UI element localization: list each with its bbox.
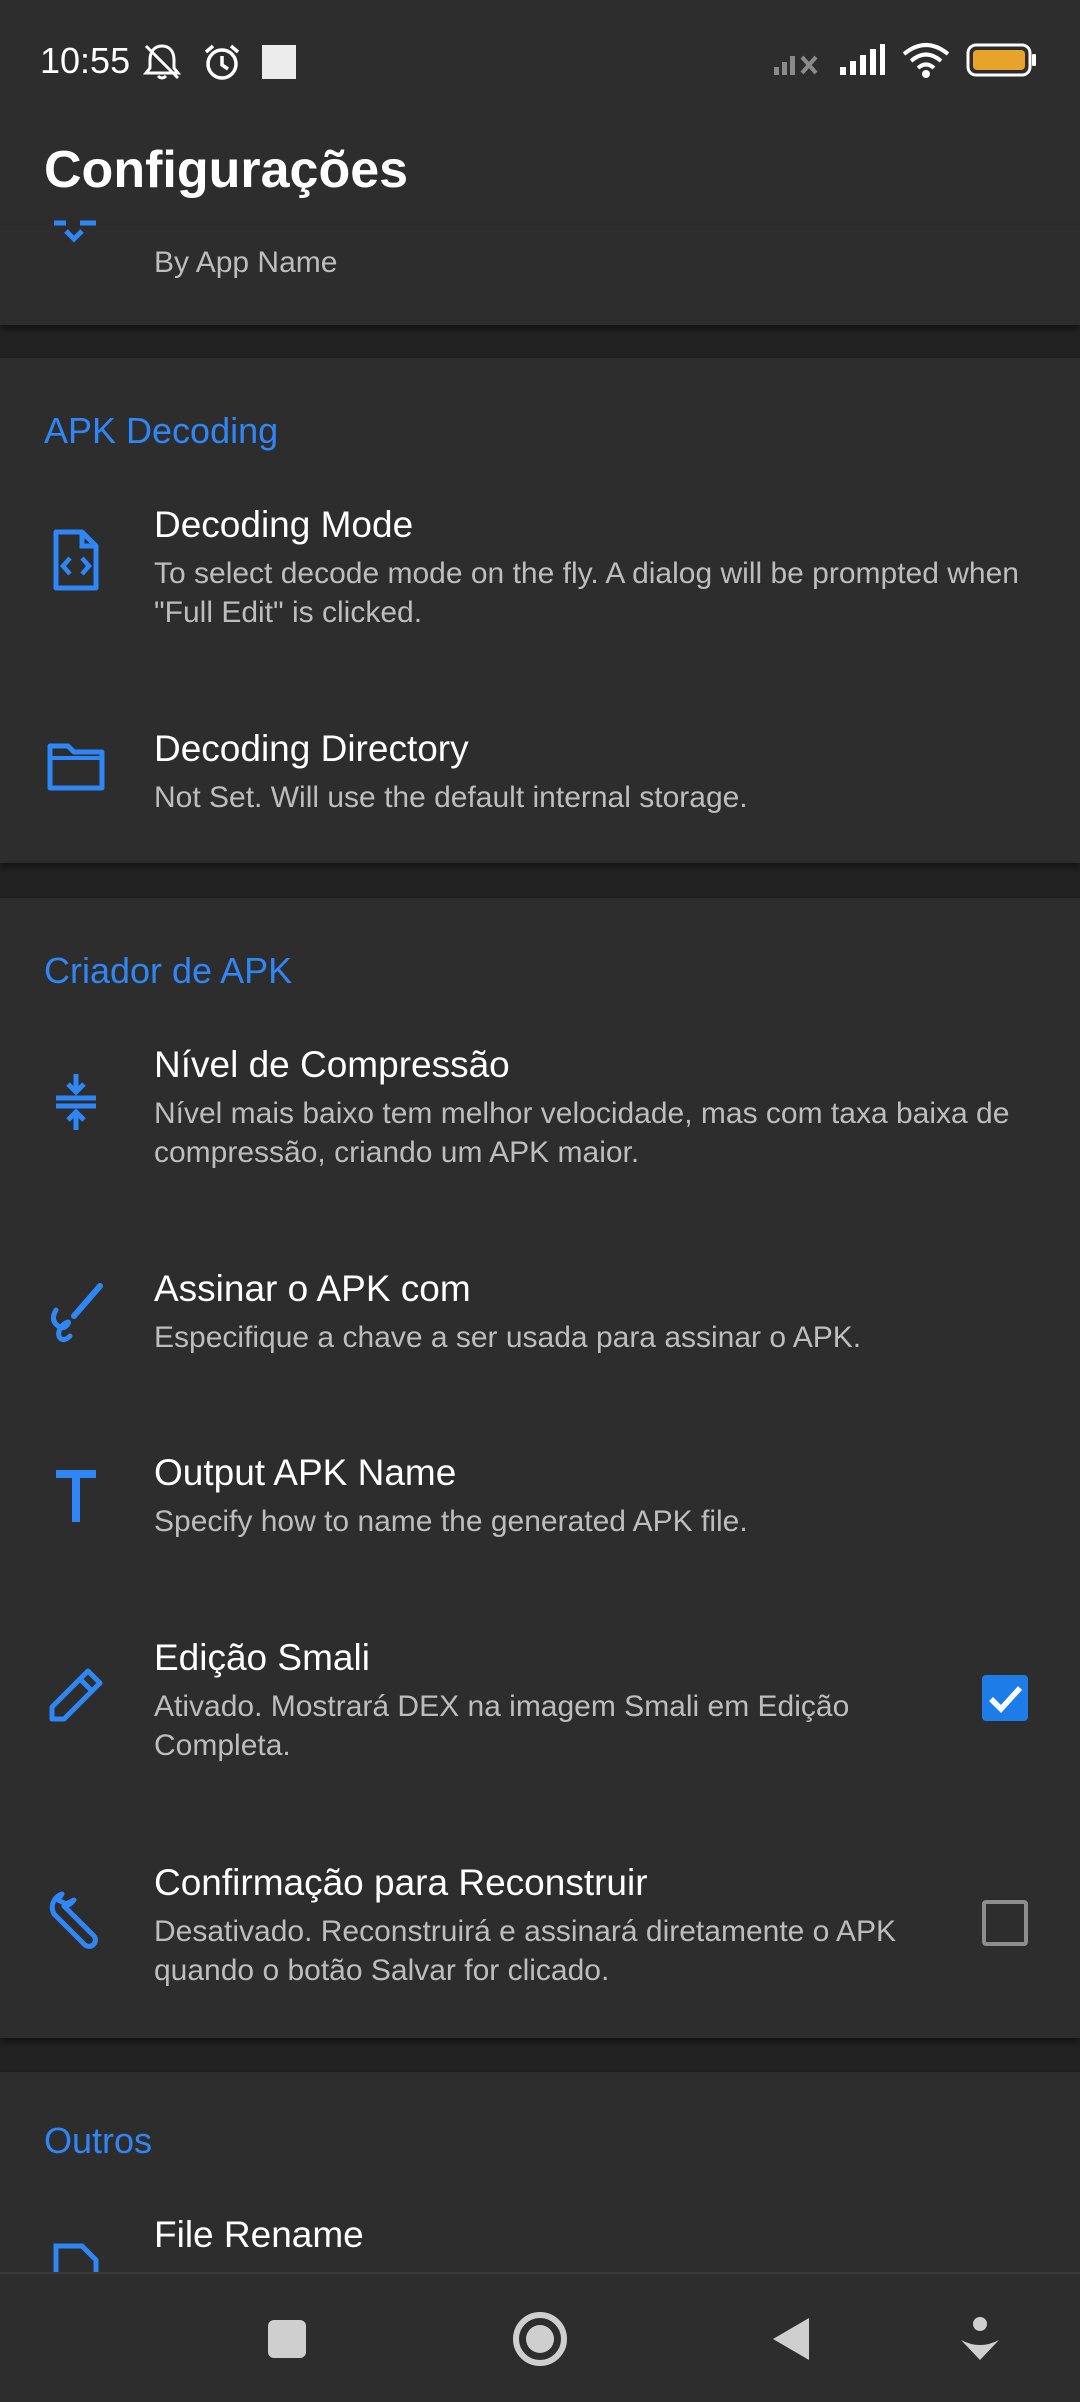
sort-setting-subtitle: By App Name xyxy=(154,246,338,279)
section-title-others: Outros xyxy=(44,2120,153,2161)
file-icon xyxy=(53,2243,99,2272)
home-button[interactable] xyxy=(505,2304,575,2374)
back-button[interactable] xyxy=(755,2304,825,2374)
settings-card-top: By App Name xyxy=(0,220,1080,325)
output-apk-name-subtitle: Specify how to name the generated APK fi… xyxy=(154,1505,748,1538)
sign-apk-title: Assinar o APK com xyxy=(154,1268,471,1309)
decoding-directory-subtitle: Not Set. Will use the default internal s… xyxy=(154,781,748,814)
smali-edit-subtitle: Ativado. Mostrará DEX na imagem Smali em… xyxy=(154,1690,850,1762)
wifi-icon xyxy=(902,43,950,78)
assist-icon xyxy=(961,2317,999,2360)
compress-icon xyxy=(56,1074,96,1130)
sign-apk-item[interactable]: Assinar o APK com Especifique a chave a … xyxy=(0,1264,1080,1384)
home-icon xyxy=(513,2312,567,2366)
section-title-apk-builder: Criador de APK xyxy=(44,950,293,991)
smali-edit-title: Edição Smali xyxy=(154,1637,370,1678)
file-rename-item[interactable]: File Rename xyxy=(0,2210,1080,2272)
app-bar: Configurações xyxy=(0,130,1080,225)
wrench-icon xyxy=(49,1891,98,1949)
navigation-bar xyxy=(0,2272,1080,2402)
rebuild-confirmation-subtitle: Desativado. Reconstruirá e assinará dire… xyxy=(154,1915,897,1987)
output-apk-name-item[interactable]: Output APK Name Specify how to name the … xyxy=(0,1448,1080,1568)
decoding-mode-subtitle: To select decode mode on the fly. A dial… xyxy=(154,557,1019,629)
check-icon xyxy=(989,1686,1023,1713)
pencil-icon xyxy=(49,1668,103,1722)
mute-icon xyxy=(142,44,182,80)
output-apk-name-title: Output APK Name xyxy=(154,1452,457,1493)
section-title-apk-decoding: APK Decoding xyxy=(44,410,279,451)
compression-level-title: Nível de Compressão xyxy=(154,1044,510,1085)
file-rename-title: File Rename xyxy=(154,2214,364,2255)
decoding-mode-item[interactable]: Decoding Mode To select decode mode on t… xyxy=(0,498,1080,658)
signature-icon xyxy=(50,1283,103,1343)
compression-level-item[interactable]: Nível de Compressão Nível mais baixo tem… xyxy=(0,1040,1080,1200)
smali-edit-checkbox[interactable] xyxy=(982,1675,1028,1721)
square-icon xyxy=(262,45,296,79)
code-file-icon xyxy=(53,529,99,591)
text-icon xyxy=(56,1470,96,1522)
compression-level-subtitle: Nível mais baixo tem melhor velocidade, … xyxy=(154,1097,1010,1169)
decoding-mode-title: Decoding Mode xyxy=(154,504,414,545)
sort-setting-item[interactable]: By App Name xyxy=(0,220,1080,325)
rebuild-confirmation-title: Confirmação para Reconstruir xyxy=(154,1862,648,1903)
assist-button[interactable] xyxy=(945,2304,1015,2374)
rebuild-confirmation-checkbox[interactable] xyxy=(982,1900,1028,1946)
rebuild-confirmation-item[interactable]: Confirmação para Reconstruir Desativado.… xyxy=(0,1858,1080,2018)
signal-off-icon xyxy=(774,55,818,75)
signal-icon xyxy=(840,44,885,75)
apk-builder-card: Criador de APK Nível de Compressão Nível… xyxy=(0,898,1080,2038)
recents-button[interactable] xyxy=(252,2304,322,2374)
folder-icon xyxy=(47,743,105,791)
apk-decoding-card: APK Decoding Decoding Mode To select dec… xyxy=(0,358,1080,863)
page-title: Configurações xyxy=(44,141,409,199)
others-card: Outros File Rename xyxy=(0,2072,1080,2272)
sign-apk-subtitle: Especifique a chave a ser usada para ass… xyxy=(154,1321,862,1354)
battery-icon xyxy=(966,43,1036,77)
status-bar: 10:55 xyxy=(0,0,1080,130)
sort-icon xyxy=(54,220,96,243)
alarm-icon xyxy=(204,44,240,80)
smali-edit-item[interactable]: Edição Smali Ativado. Mostrará DEX na im… xyxy=(0,1633,1080,1793)
status-time: 10:55 xyxy=(40,40,131,81)
back-icon xyxy=(773,2318,809,2360)
decoding-directory-item[interactable]: Decoding Directory Not Set. Will use the… xyxy=(0,722,1080,842)
decoding-directory-title: Decoding Directory xyxy=(154,728,469,769)
recents-icon xyxy=(268,2320,306,2358)
